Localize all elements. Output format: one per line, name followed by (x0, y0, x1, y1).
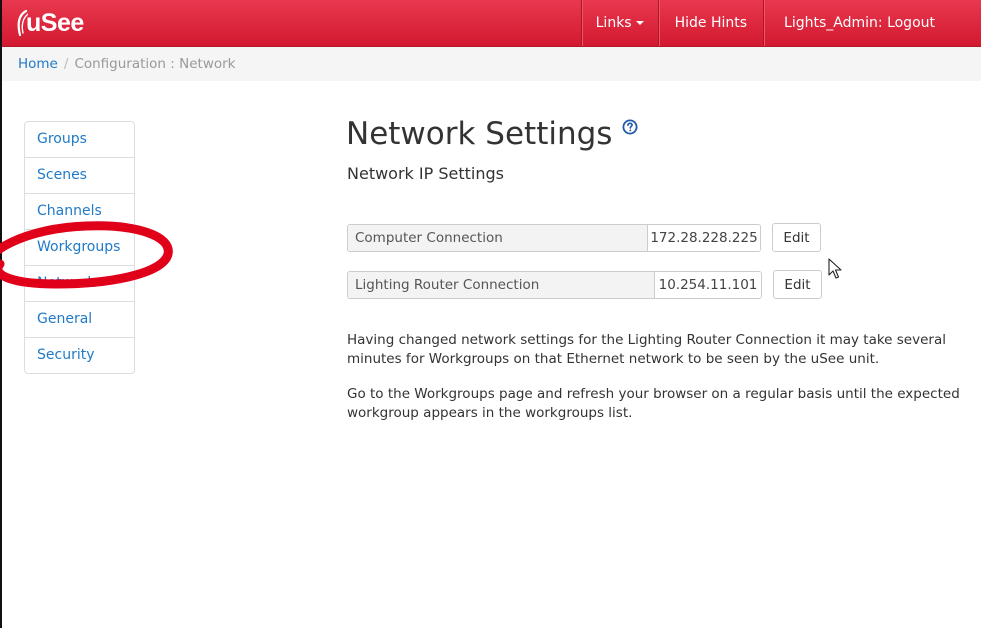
sidebar-item-workgroups[interactable]: Workgroups (25, 229, 134, 265)
hide-hints-label: Hide Hints (674, 15, 748, 31)
breadcrumb: Home / Configuration : Network (2, 47, 981, 81)
computer-connection-row: Computer Connection 172.28.228.225 Edit (347, 223, 821, 252)
logout-link[interactable]: Lights_Admin: Logout (763, 0, 981, 46)
mouse-pointer-icon (828, 258, 842, 279)
info-paragraph-refresh: Go to the Workgroups page and refresh yo… (347, 386, 960, 421)
brand-logo[interactable]: uSee (16, 5, 84, 41)
computer-connection-label: Computer Connection (348, 224, 648, 251)
sidebar-item-scenes[interactable]: Scenes (25, 157, 134, 193)
breadcrumb-home[interactable]: Home (18, 56, 58, 72)
lighting-router-connection-ip: 10.254.11.101 (655, 271, 761, 298)
breadcrumb-current: Configuration : Network (74, 56, 236, 72)
navbar-right-menu: Links Hide Hints Lights_Admin: Logout (580, 0, 981, 46)
question-circle-icon[interactable] (622, 119, 638, 135)
caret-down-icon (635, 21, 644, 25)
window-left-border (0, 0, 2, 628)
hide-hints-button[interactable]: Hide Hints (657, 0, 763, 46)
page-title: Network Settings (346, 116, 638, 152)
sidebar-item-channels[interactable]: Channels (25, 193, 134, 229)
lighting-router-connection-field: Lighting Router Connection 10.254.11.101 (347, 270, 762, 299)
lighting-router-connection-row: Lighting Router Connection 10.254.11.101… (347, 270, 822, 299)
lighting-router-connection-label: Lighting Router Connection (348, 271, 655, 298)
sidebar-menu: Groups Scenes Channels Workgroups Networ… (24, 121, 135, 374)
page: uSee Links Hide Hints Lights_Admin: Logo… (0, 0, 981, 628)
computer-connection-ip: 172.28.228.225 (648, 224, 760, 251)
section-subtitle: Network IP Settings (347, 164, 504, 183)
breadcrumb-separator: / (63, 56, 69, 72)
top-navbar: uSee Links Hide Hints Lights_Admin: Logo… (2, 0, 981, 47)
logout-label: Lights_Admin: Logout (784, 15, 935, 31)
page-title-text: Network Settings (346, 116, 613, 152)
edit-lighting-router-connection-button[interactable]: Edit (773, 270, 822, 299)
sidebar-item-groups[interactable]: Groups (25, 122, 134, 157)
edit-computer-connection-button[interactable]: Edit (772, 223, 821, 252)
computer-connection-field: Computer Connection 172.28.228.225 (347, 223, 761, 252)
brand-name: uSee (26, 8, 84, 37)
sidebar-item-security[interactable]: Security (25, 337, 134, 373)
sidebar-item-general[interactable]: General (25, 301, 134, 337)
sidebar-item-network[interactable]: Network (25, 265, 134, 301)
links-label: Links (595, 15, 632, 31)
links-dropdown[interactable]: Links (580, 0, 658, 46)
info-paragraph-network-change: Having changed network settings for the … (347, 332, 946, 367)
